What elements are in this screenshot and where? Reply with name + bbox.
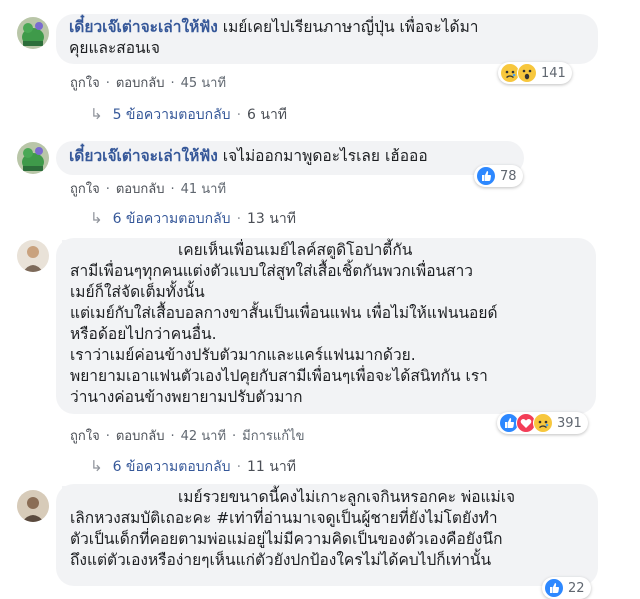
avatar[interactable] — [17, 142, 49, 174]
sad-reaction-icon — [533, 413, 553, 433]
replies-time: 11 นาที — [247, 459, 296, 475]
edited-label[interactable]: มีการแก้ไข — [242, 429, 304, 444]
like-link[interactable]: ถูกใจ — [70, 429, 100, 444]
reaction-summary[interactable]: 78 — [474, 165, 523, 187]
reply-arrow-icon: ↳ — [90, 209, 103, 227]
reaction-summary[interactable]: 141 — [498, 62, 572, 84]
comment-line: เราว่าเมย์ค่อนข้างปรับตัวมากและแคร์แฟนมา… — [70, 346, 416, 364]
comment-line: สามีเพื่อนๆทุกคนแต่งตัวแบบใส่สูทใส่เสื้อ… — [70, 262, 474, 280]
comment-line: เคยเห็นเพื่อนเมย์ไลค์สตูดิโอปาตี้กัน — [178, 241, 413, 259]
comment-actions: ถูกใจ · ตอบกลับ · 45 นาที — [70, 76, 227, 91]
comment-text: เคยเห็นเพื่อนเมย์ไลค์สตูดิโอปาตี้กัน สาม… — [70, 240, 595, 408]
replies-time: 6 นาที — [247, 107, 288, 123]
like-link[interactable]: ถูกใจ — [70, 182, 100, 197]
comment-text: เมย์รวยขนาดนี้คงไม่เกาะลูกเจกินหรอกคะ พ่… — [70, 487, 595, 571]
comment-line: พยายามเอาแฟนตัวเองไปคุยกับสามีเพื่อนๆเพื… — [70, 367, 488, 385]
reply-link[interactable]: ตอบกลับ — [116, 429, 165, 444]
comment-actions: ถูกใจ · ตอบกลับ · 42 นาที · มีการแก้ไข — [70, 429, 305, 444]
reaction-summary[interactable]: 22 — [542, 577, 591, 599]
comment-text: เดี๋ยวเจ๊เต่าจะเล่าให้ฟัง เมย์เคยไปเรียน… — [69, 17, 594, 59]
comment-line: เมย์รวยขนาดนี้คงไม่เกาะลูกเจกินหรอกคะ พ่… — [178, 488, 516, 506]
comment-actions: ถูกใจ · ตอบกลับ · 41 นาที — [70, 182, 227, 197]
reply-arrow-icon: ↳ — [90, 105, 103, 123]
reaction-count: 78 — [500, 168, 517, 184]
comment-line: เมย์ก็ใส่จัดเต็มทั้งนั้น — [70, 283, 205, 301]
avatar[interactable] — [17, 490, 49, 522]
like-reaction-icon — [544, 578, 564, 598]
comment-author[interactable]: เดี๋ยวเจ๊เต่าจะเล่าให้ฟัง — [69, 18, 218, 36]
reaction-count: 391 — [557, 415, 582, 431]
comment-line: ตัวเป็นเด็กที่คอยตามพ่อแม่อยู่ไม่มีความค… — [70, 530, 503, 548]
comment-line: คุยและสอนเจ — [69, 39, 161, 57]
reaction-summary[interactable]: 391 — [497, 412, 588, 434]
reaction-count: 141 — [541, 65, 566, 81]
comment-author[interactable]: เดี๋ยวเจ๊เต่าจะเล่าให้ฟัง — [69, 147, 218, 165]
comment-line: แต่เมย์กับใส่เสื้อบอลกางขาสั้นเป็นเพื่อน… — [70, 304, 498, 322]
view-replies[interactable]: ↳ 5 ข้อความตอบกลับ · 6 นาที — [90, 104, 287, 126]
reply-link[interactable]: ตอบกลับ — [116, 182, 165, 197]
timestamp[interactable]: 45 นาที — [181, 76, 226, 91]
avatar[interactable] — [17, 240, 49, 272]
comment-line: ว่านางค่อนข้างพยายามปรับตัวมาก — [70, 388, 303, 406]
comment-line: หรือด้อยไปกว่าคนอื่น. — [70, 325, 217, 343]
comment-line: เมย์เคยไปเรียนภาษาญี่ปุ่น เพื่อจะได้มา — [222, 18, 479, 36]
reaction-count: 22 — [568, 580, 585, 596]
replies-count[interactable]: 6 ข้อความตอบกลับ — [113, 459, 231, 475]
avatar-turtle-icon — [17, 17, 49, 49]
like-link[interactable]: ถูกใจ — [70, 76, 100, 91]
reply-arrow-icon: ↳ — [90, 457, 103, 475]
view-replies[interactable]: ↳ 6 ข้อความตอบกลับ · 11 นาที — [90, 456, 296, 478]
replies-count[interactable]: 6 ข้อความตอบกลับ — [113, 211, 231, 227]
avatar-photo-icon — [17, 240, 49, 272]
avatar-turtle-icon — [17, 142, 49, 174]
avatar[interactable] — [17, 17, 49, 49]
replies-time: 13 นาที — [247, 211, 296, 227]
comment-line: เจไม่ออกมาพูดอะไรเลย เฮ้อออ — [222, 147, 428, 165]
comment-text: เดี๋ยวเจ๊เต่าจะเล่าให้ฟัง เจไม่ออกมาพูดอ… — [69, 146, 529, 167]
comment-line: เลิกหวงสมบัติเถอะคะ #เท่าที่อ่านมาเจดูเป… — [70, 509, 498, 527]
wow-reaction-icon — [517, 63, 537, 83]
replies-count[interactable]: 5 ข้อความตอบกลับ — [113, 107, 231, 123]
view-replies[interactable]: ↳ 6 ข้อความตอบกลับ · 13 นาที — [90, 208, 296, 230]
timestamp[interactable]: 41 นาที — [181, 182, 226, 197]
comment-line: ถึงแต่ตัวเองหรือง่ายๆเห็นแก่ตัวยังปกป้อง… — [70, 551, 492, 569]
like-reaction-icon — [476, 166, 496, 186]
timestamp[interactable]: 42 นาที — [181, 429, 226, 444]
avatar-photo-icon — [17, 490, 49, 522]
reply-link[interactable]: ตอบกลับ — [116, 76, 165, 91]
